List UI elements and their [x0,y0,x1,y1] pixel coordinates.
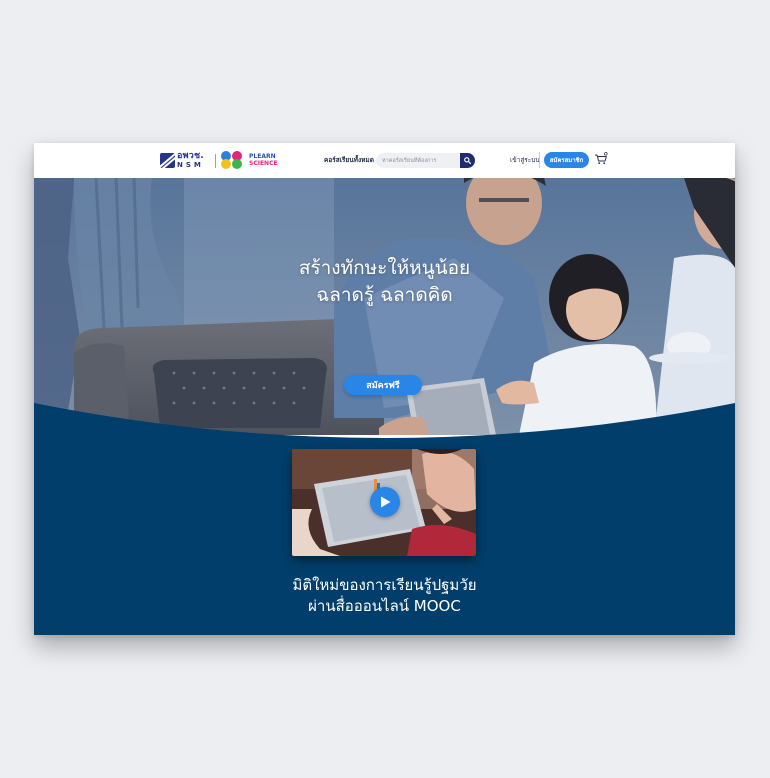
nsm-logo-english: NSM [177,161,204,169]
plearn-science-logo[interactable]: PLEARN SCIENCE [221,151,278,169]
search-button[interactable] [460,153,475,168]
section-title: มิติใหม่ของการเรียนรู้ปฐมวัย ผ่านสื่อออน… [34,575,735,617]
section-title-line-2: ผ่านสื่อออนไลน์ MOOC [308,597,461,615]
search-icon [464,157,471,164]
plearn-logo-icon [221,151,245,169]
top-navigation: อพวช. NSM PLEARN SCIENCE คอร์สเรียนทั้งห… [34,143,735,178]
science-logo-text: SCIENCE [249,159,278,167]
plearn-logo-text: PLEARN [249,152,276,160]
logo-divider [215,154,216,168]
cart-icon[interactable] [594,152,608,166]
play-icon [381,496,391,508]
search-input[interactable] [376,153,460,168]
hero-title: สร้างทักษะให้หนูน้อย ฉลาดรู้ ฉลาดคิด [34,255,735,309]
signup-button[interactable]: สมัครสมาชิก [544,152,589,168]
hero-title-line-1: สร้างทักษะให้หนูน้อย [298,257,471,279]
hero-title-line-2: ฉลาดรู้ ฉลาดคิด [316,284,453,306]
nsm-logo-icon [160,153,175,168]
all-courses-link[interactable]: คอร์สเรียนทั้งหมด [324,155,374,165]
hero-banner: สร้างทักษะให้หนูน้อย ฉลาดรู้ ฉลาดคิด สมั… [34,178,735,435]
nsm-logo-thai: อพวช. [177,151,204,161]
intro-video[interactable] [292,449,476,556]
free-signup-button[interactable]: สมัครฟรี [344,375,422,395]
website-frame: อพวช. NSM PLEARN SCIENCE คอร์สเรียนทั้งห… [34,143,735,635]
nav-divider [539,152,540,168]
play-video-button[interactable] [370,487,400,517]
section-title-line-1: มิติใหม่ของการเรียนรู้ปฐมวัย [292,576,477,594]
nsm-logo[interactable]: อพวช. NSM [160,152,204,169]
login-link[interactable]: เข้าสู่ระบบ [510,155,540,165]
